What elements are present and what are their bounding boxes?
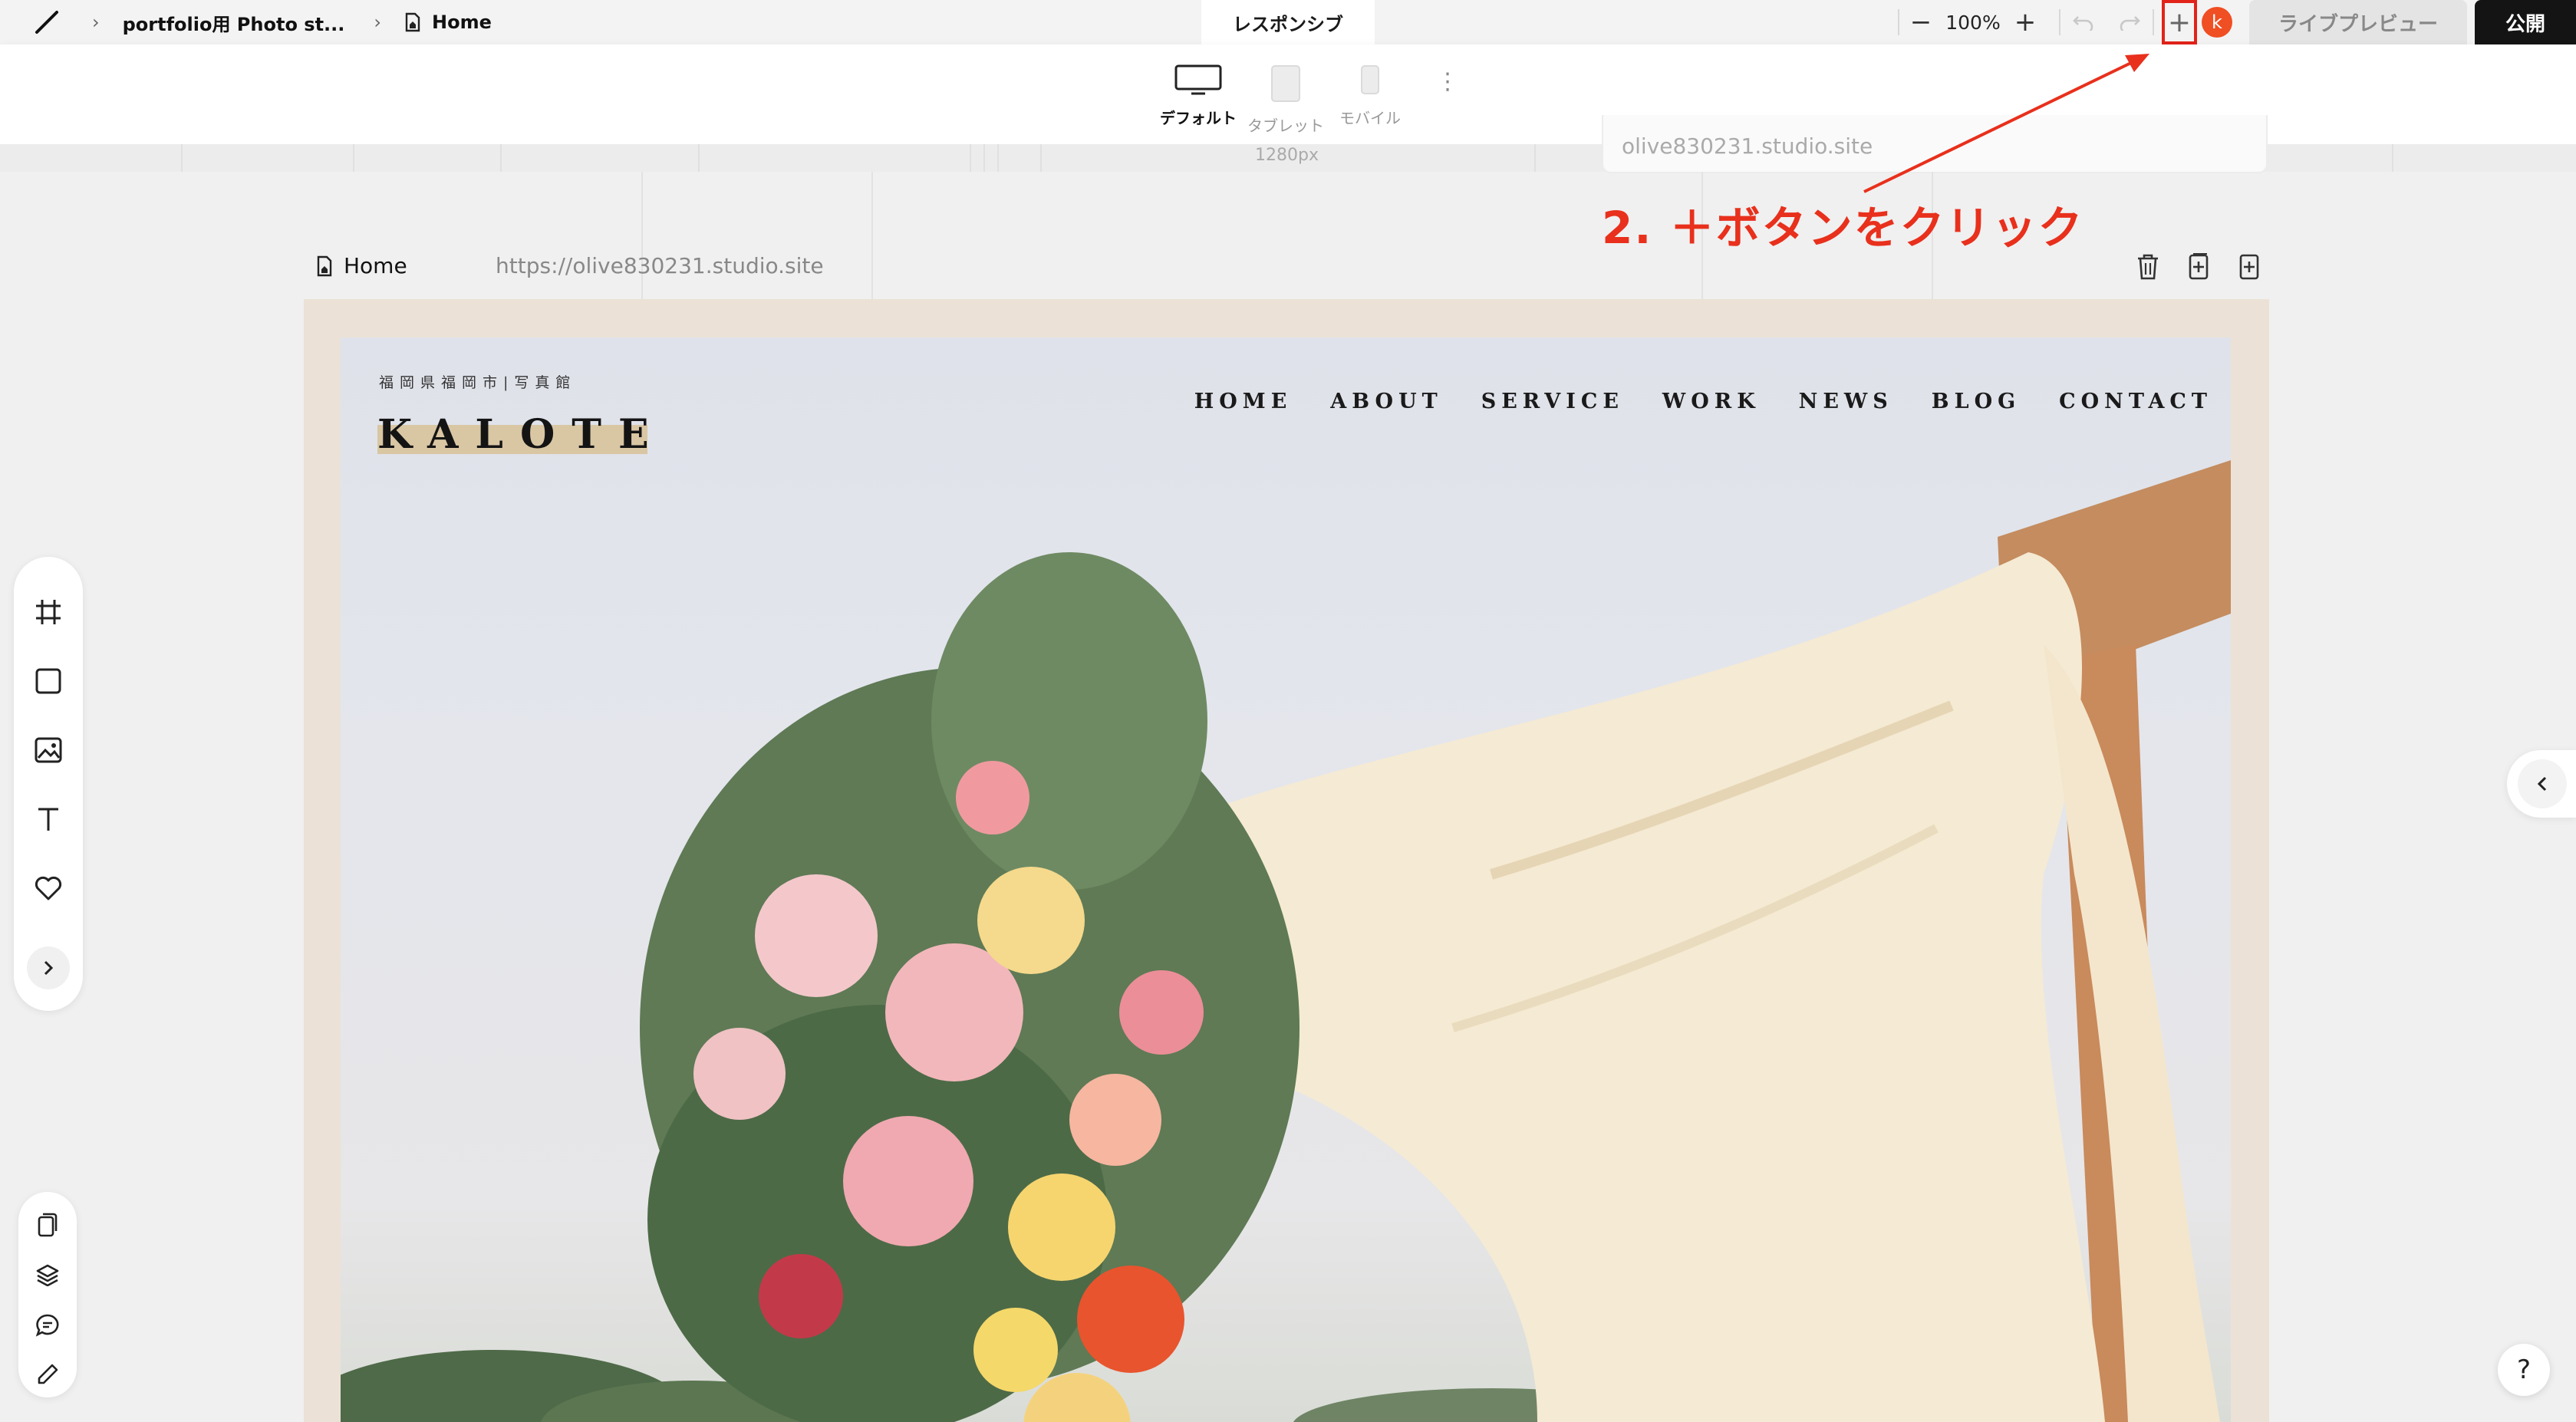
redo-button[interactable] (2107, 0, 2153, 44)
site-logo-text: KALOTE (377, 411, 666, 458)
page-title: Home (344, 253, 407, 278)
heart-icon[interactable] (31, 871, 65, 905)
device-default[interactable]: デフォルト (1160, 64, 1237, 128)
ruler-mark (2392, 144, 2393, 172)
nav-home[interactable]: HOME (1194, 390, 1293, 413)
ruler-mark (983, 144, 985, 172)
ruler-mark (181, 144, 183, 172)
undo-icon (2073, 16, 2093, 31)
page-label[interactable]: Home (316, 253, 407, 278)
publish-button[interactable]: 公開 (2475, 0, 2576, 44)
pages-icon[interactable] (32, 1209, 63, 1239)
ruler-mark (698, 144, 700, 172)
hero-photo (341, 460, 2231, 1422)
chevron-right-icon: › (374, 12, 382, 33)
chevron-right-icon: › (92, 12, 100, 33)
nav-about[interactable]: ABOUT (1330, 390, 1442, 413)
tablet-icon (1271, 65, 1300, 102)
home-page-icon (405, 12, 420, 32)
element-toolbar (14, 557, 83, 1011)
studio-logo-icon[interactable] (31, 6, 63, 38)
nav-contact[interactable]: CONTACT (2059, 390, 2212, 413)
ruler-mark (1534, 144, 1536, 172)
comment-icon[interactable] (32, 1310, 63, 1341)
project-name[interactable]: portfolio用 Photo st... (123, 9, 345, 36)
tab-responsive[interactable]: レスポンシブ (1201, 0, 1375, 44)
add-page-icon[interactable] (2232, 250, 2266, 284)
rectangle-icon[interactable] (31, 664, 65, 698)
top-bar: › portfolio用 Photo st... › Home レスポンシブ −… (0, 0, 2576, 44)
hero-section[interactable]: 福岡県福岡市|写真館 KALOTE HOME ABOUT SERVICE WOR… (341, 337, 2231, 1422)
page-frame[interactable]: 福岡県福岡市|写真館 KALOTE HOME ABOUT SERVICE WOR… (304, 299, 2269, 1422)
zoom-level[interactable]: 100% (1942, 12, 2004, 34)
nav-service[interactable]: SERVICE (1481, 390, 1624, 413)
redo-icon (2120, 16, 2140, 31)
chevron-right-icon[interactable] (27, 946, 70, 989)
home-page-icon (317, 255, 332, 276)
device-default-label: デフォルト (1160, 109, 1237, 127)
ruler-mark (970, 144, 971, 172)
image-icon[interactable] (31, 733, 65, 767)
url-popover: olive830231.studio.site (1602, 115, 2268, 173)
right-panel-toggle[interactable] (2507, 750, 2576, 818)
more-options-icon[interactable]: ⋮ (1436, 71, 1459, 94)
device-mobile[interactable]: モバイル (1339, 64, 1401, 128)
page-name: Home (432, 12, 492, 33)
duplicate-page-icon[interactable] (2182, 250, 2215, 284)
nav-blog[interactable]: BLOG (1932, 390, 2021, 413)
undo-button[interactable] (2060, 0, 2107, 44)
site-nav: HOME ABOUT SERVICE WORK NEWS BLOG CONTAC… (1194, 390, 2212, 413)
mobile-icon (1361, 65, 1379, 94)
nav-work[interactable]: WORK (1662, 390, 1761, 413)
ruler-mark (353, 144, 354, 172)
breadcrumb-page[interactable]: Home (404, 12, 492, 33)
avatar[interactable]: k (2202, 7, 2232, 38)
zoom-out-button[interactable]: − (1899, 0, 1942, 44)
canvas-width-label: 1280px (1255, 146, 1319, 165)
nav-news[interactable]: NEWS (1799, 390, 1893, 413)
ruler-mark (1040, 144, 1042, 172)
ruler-mark (500, 144, 502, 172)
text-icon[interactable] (31, 802, 65, 836)
site-logo[interactable]: KALOTE (377, 411, 666, 458)
topbar-actions: − 100% + + k ライブプレビュー 公開 (1898, 0, 2576, 44)
chevron-left-icon (2518, 759, 2567, 808)
zoom-in-button[interactable]: + (2004, 0, 2047, 44)
breadcrumb: › portfolio用 Photo st... › Home (31, 0, 492, 44)
page-actions (2131, 250, 2266, 284)
url-popover-text: olive830231.studio.site (1622, 133, 1873, 159)
site-subtitle: 福岡県福岡市|写真館 (379, 374, 577, 391)
frame-icon[interactable] (31, 595, 65, 629)
add-button[interactable]: + (2162, 0, 2197, 44)
ruler-mark (997, 144, 999, 172)
device-tablet-label: タブレット (1247, 117, 1324, 135)
device-mobile-label: モバイル (1339, 109, 1401, 127)
live-preview-button[interactable]: ライブプレビュー (2249, 0, 2467, 44)
layers-icon[interactable] (32, 1259, 63, 1290)
divider (2153, 9, 2154, 35)
device-tablet[interactable]: タブレット (1247, 64, 1324, 136)
page-header: Home https://olive830231.studio.site (316, 253, 2266, 290)
pen-icon[interactable] (32, 1359, 63, 1390)
desktop-icon (1174, 64, 1222, 95)
help-button[interactable]: ? (2498, 1344, 2550, 1396)
page-url[interactable]: https://olive830231.studio.site (496, 253, 824, 279)
panel-toolbar (18, 1192, 77, 1397)
trash-icon[interactable] (2131, 250, 2165, 284)
tutorial-annotation: 2. ＋ボタンをクリック (1602, 202, 2084, 254)
